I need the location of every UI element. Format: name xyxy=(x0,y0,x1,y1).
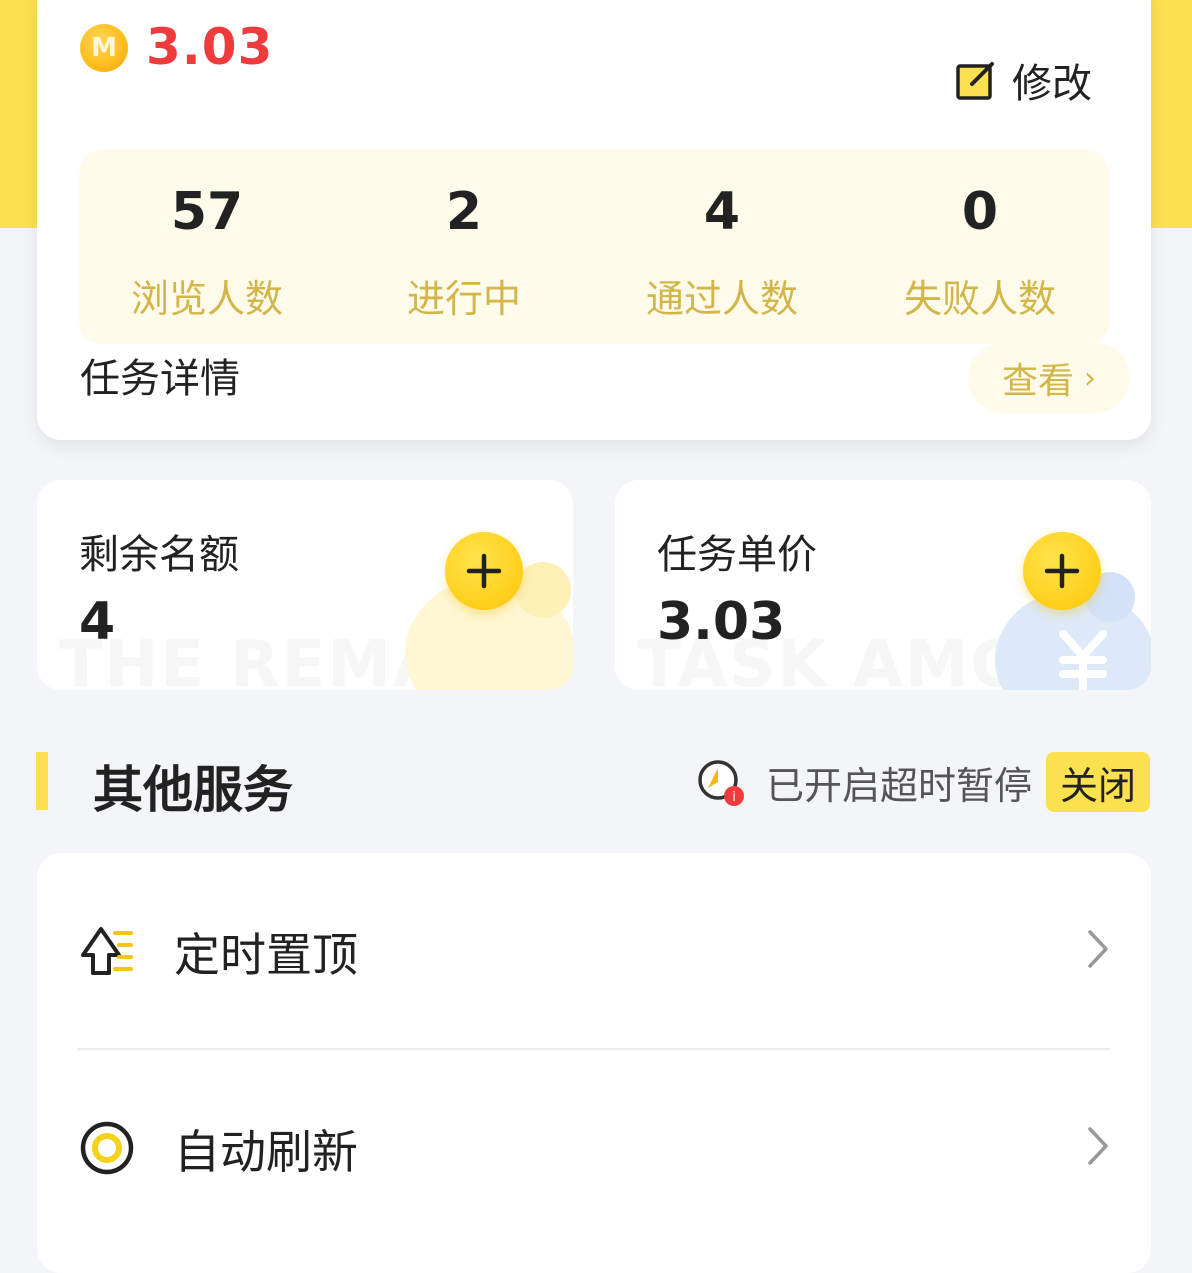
chevron-right-icon xyxy=(1088,1127,1108,1165)
stat-label: 浏览人数 xyxy=(130,277,283,321)
list-item-scheduled-top[interactable]: 定时置顶 xyxy=(37,853,1151,1050)
raise-price-button[interactable] xyxy=(1023,532,1101,610)
stat-label: 通过人数 xyxy=(645,277,798,321)
money-bag-top-decoration xyxy=(515,562,571,618)
reward-amount: 3.03 xyxy=(146,18,274,76)
plus-icon xyxy=(1044,553,1080,589)
stat-value: 4 xyxy=(703,182,741,242)
stat-label: 进行中 xyxy=(406,277,521,321)
chevron-right-icon: › xyxy=(1084,360,1096,396)
stat-label: 失败人数 xyxy=(903,277,1056,321)
plus-icon xyxy=(466,553,502,589)
coin-glyph: M xyxy=(91,33,117,63)
yen-icon xyxy=(1059,630,1107,690)
svg-text:i: i xyxy=(732,790,736,805)
stat-value: 2 xyxy=(445,182,483,242)
close-timeout-button[interactable]: 关闭 xyxy=(1046,752,1151,812)
view-label: 查看 xyxy=(1001,361,1074,402)
stat-value: 57 xyxy=(170,182,244,242)
remaining-quota-card[interactable]: THE REMAIN 剩余名额 4 xyxy=(37,480,573,690)
remaining-quota-value: 4 xyxy=(79,592,116,652)
edit-icon xyxy=(956,62,994,100)
add-quota-button[interactable] xyxy=(445,532,523,610)
coin-icon: M xyxy=(80,24,128,72)
services-list: 定时置顶 自动刷新 xyxy=(37,853,1151,1273)
refresh-circle-icon xyxy=(80,1121,134,1175)
stats-panel: 57 浏览人数 2 进行中 4 通过人数 0 失败人数 xyxy=(79,150,1109,344)
other-services-title: 其他服务 xyxy=(93,761,293,819)
service-label: 定时置顶 xyxy=(174,928,358,982)
view-detail-button[interactable]: 查看 › xyxy=(968,343,1130,413)
timeout-pause-status: i 已开启超时暂停 关闭 xyxy=(696,752,1151,812)
list-item-auto-refresh[interactable]: 自动刷新 xyxy=(37,1050,1151,1245)
task-price-value: 3.03 xyxy=(657,592,786,652)
edit-button[interactable]: 修改 xyxy=(954,56,1092,107)
service-label: 自动刷新 xyxy=(174,1125,358,1179)
section-accent-bar xyxy=(36,752,48,810)
remaining-quota-title: 剩余名额 xyxy=(79,532,239,578)
task-price-title: 任务单价 xyxy=(657,532,817,578)
timeout-status-text: 已开启超时暂停 xyxy=(766,763,1033,808)
pin-top-icon xyxy=(81,927,133,975)
chevron-right-icon xyxy=(1088,930,1108,968)
task-price-card[interactable]: TASK AMOUN 任务单价 3.03 xyxy=(615,480,1151,690)
stat-value: 0 xyxy=(961,182,999,242)
edit-label: 修改 xyxy=(1012,61,1092,107)
timer-warning-icon: i xyxy=(696,758,744,806)
task-detail-title: 任务详情 xyxy=(80,356,240,402)
